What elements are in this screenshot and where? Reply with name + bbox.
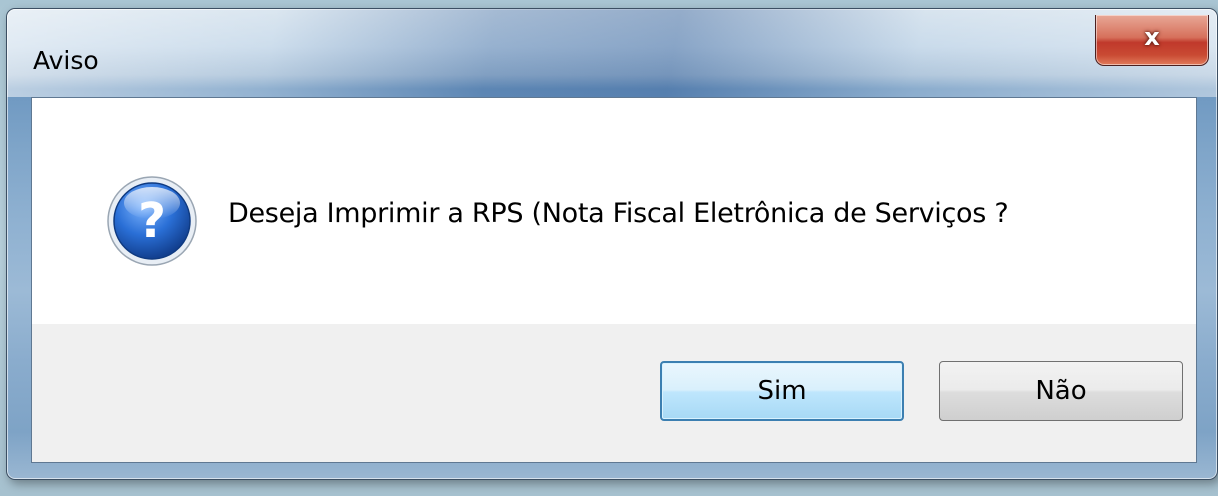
dialog-client-area: ? Deseja Imprimir a RPS (Nota Fiscal Ele… bbox=[31, 97, 1197, 463]
dialog-message: Deseja Imprimir a RPS (Nota Fiscal Eletr… bbox=[228, 198, 1009, 229]
window-title: Aviso bbox=[33, 46, 99, 75]
button-area: Sim Não bbox=[32, 324, 1196, 462]
close-icon: x bbox=[1144, 23, 1160, 51]
desktop-background: Aviso x ? Deseja Imprimir a RPS (Nota Fi… bbox=[0, 0, 1218, 496]
close-button[interactable]: x bbox=[1095, 15, 1209, 66]
message-area: ? Deseja Imprimir a RPS (Nota Fiscal Ele… bbox=[32, 98, 1196, 324]
title-bar[interactable]: Aviso x bbox=[7, 9, 1217, 97]
no-button[interactable]: Não bbox=[939, 361, 1183, 421]
svg-text:?: ? bbox=[138, 193, 166, 249]
question-icon: ? bbox=[107, 176, 197, 266]
yes-button[interactable]: Sim bbox=[660, 361, 904, 421]
dialog-window: Aviso x ? Deseja Imprimir a RPS (Nota Fi… bbox=[6, 8, 1218, 480]
